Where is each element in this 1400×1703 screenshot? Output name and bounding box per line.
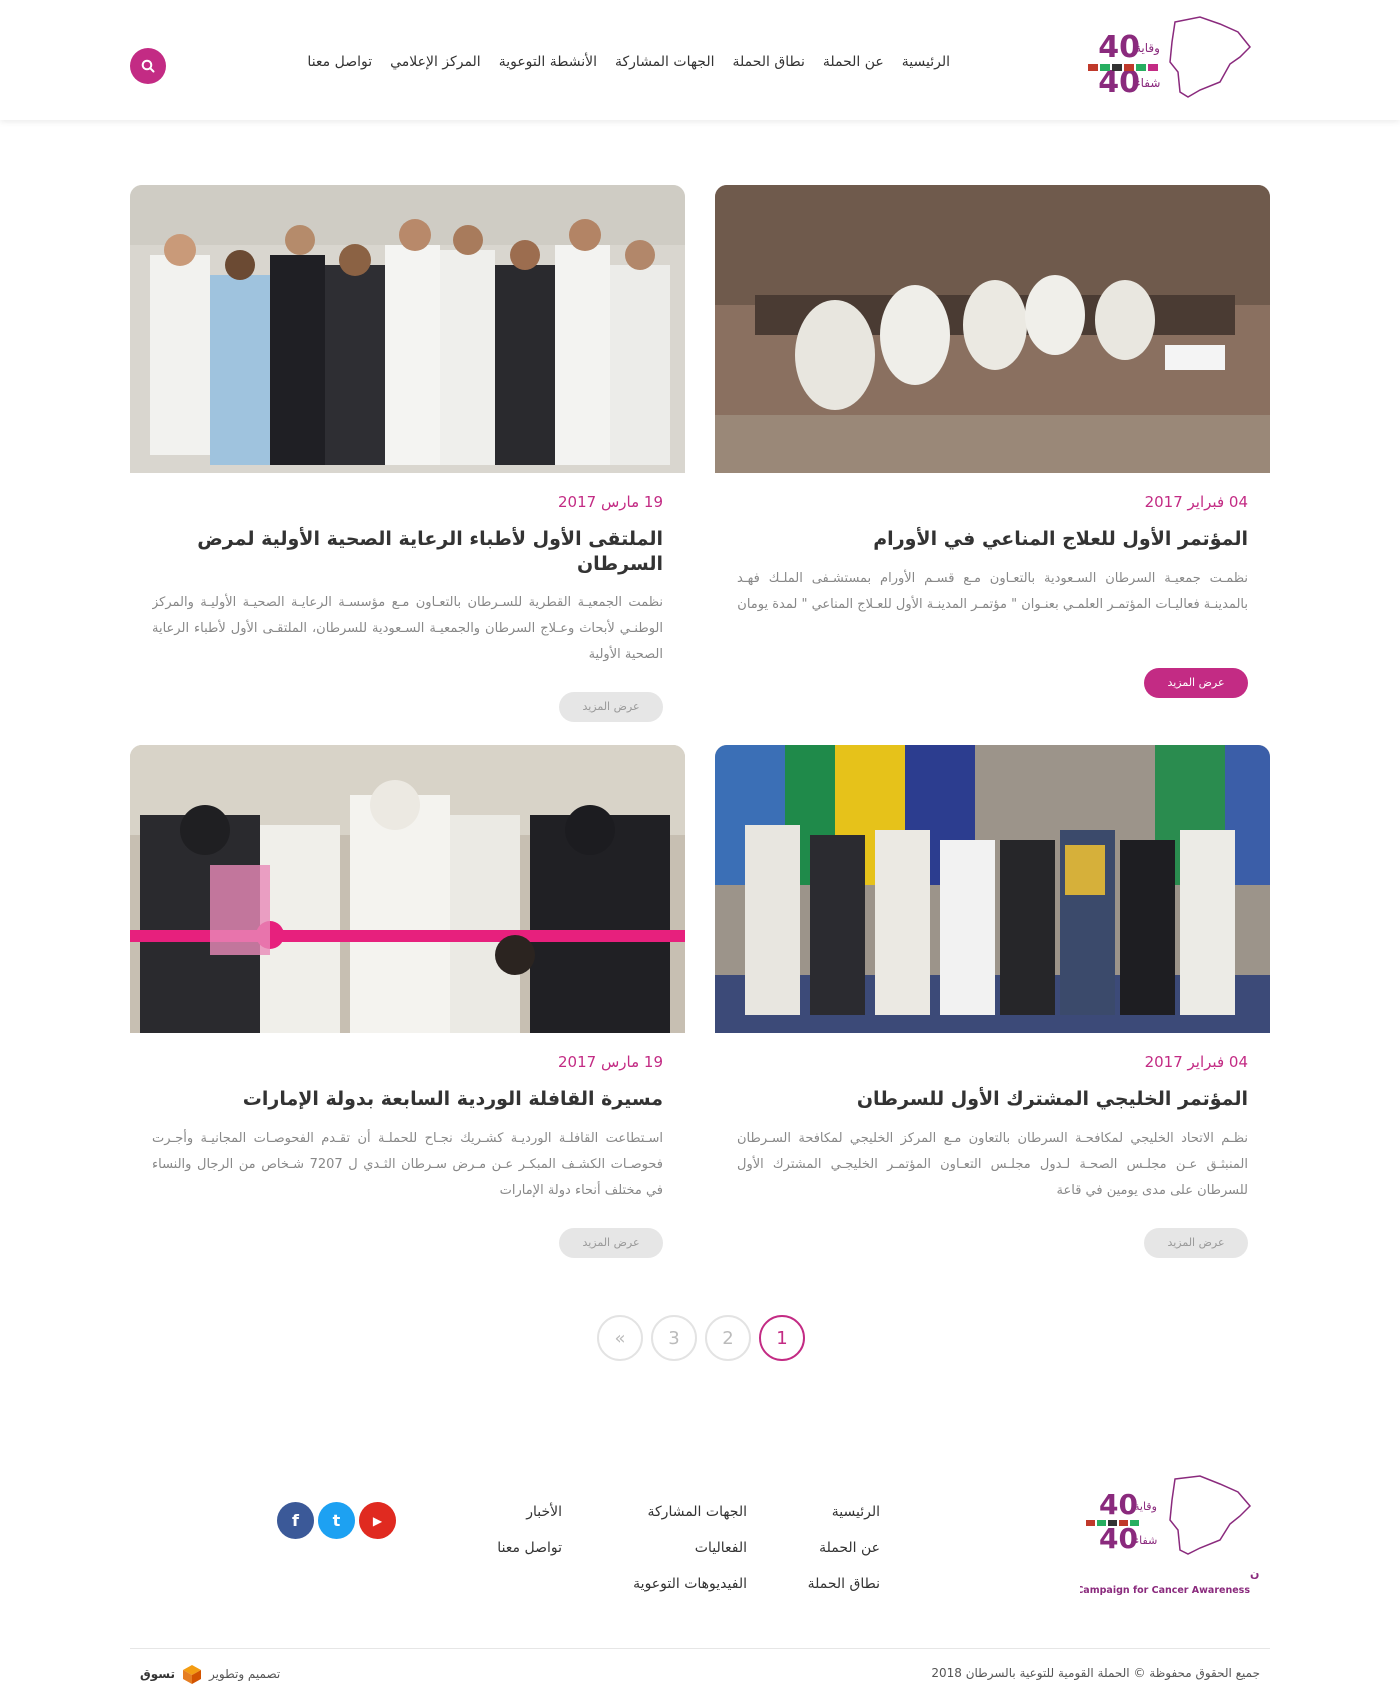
nav-home[interactable]: الرئيسية [902, 54, 950, 70]
svg-text:شفاء: شفاء [1134, 1534, 1157, 1547]
svg-text:40: 40 [1099, 1522, 1138, 1555]
read-more-button[interactable]: عرض المزيد [559, 692, 663, 723]
nav-media-center[interactable]: المركز الإعلامي [390, 54, 481, 70]
youtube-icon[interactable]: ▶ [359, 1502, 396, 1539]
nav-scope[interactable]: نطاق الحملة [732, 54, 804, 70]
read-more-button[interactable]: عرض المزيد [1144, 667, 1248, 698]
nav-partners[interactable]: الجهات المشاركة [615, 54, 714, 70]
nav-about[interactable]: عن الحملة [823, 54, 884, 70]
svg-text:وقاية: وقاية [1134, 1500, 1157, 1513]
footer-divider [130, 1648, 1270, 1649]
footer-link-partners[interactable]: الجهات المشاركة [633, 1502, 747, 1538]
footer-link-events[interactable]: الفعاليات [633, 1538, 747, 1574]
post-image[interactable] [130, 185, 685, 473]
social-links: f t ▶ [277, 1502, 396, 1539]
campaign-logo[interactable]: 40 40 وقاية شفاء [1080, 12, 1270, 102]
post-date: 19 مارس 2017 [558, 493, 663, 511]
twitter-icon[interactable]: t [318, 1502, 355, 1539]
footer-links-col1: الرئيسية عن الحملة نطاق الحملة [808, 1502, 880, 1610]
post-image[interactable] [715, 185, 1270, 473]
post-title[interactable]: المؤتمر الأول للعلاج المناعي في الأورام [737, 527, 1248, 552]
post-card: 04 فبراير 2017 المؤتمر الأول للعلاج المن… [715, 185, 1270, 698]
post-title[interactable]: الملتقى الأول لأطباء الرعاية الصحية الأو… [152, 527, 663, 576]
nav-contact[interactable]: تواصل معنا [307, 54, 372, 70]
footer-link-home[interactable]: الرئيسية [808, 1502, 880, 1538]
read-more-button[interactable]: عرض المزيد [559, 1227, 663, 1258]
footer-link-scope[interactable]: نطاق الحملة [808, 1574, 880, 1610]
post-excerpt: نظمـت جمعيـة السرطان السـعودية بالتعـاون… [737, 570, 1248, 612]
credits-label: تصميم وتطوير [208, 1667, 281, 1681]
pagination: 1 2 3 « [597, 1315, 805, 1361]
footer-links-col3: الأخبار تواصل معنا [497, 1502, 562, 1574]
footer-link-contact[interactable]: تواصل معنا [497, 1538, 562, 1574]
post-date: 04 فبراير 2017 [1144, 493, 1248, 511]
page-2-button[interactable]: 2 [705, 1315, 751, 1361]
site-header: 40 40 وقاية شفاء الرئيسية عن الحملة نطاق… [0, 0, 1400, 120]
page-3-button[interactable]: 3 [651, 1315, 697, 1361]
search-button[interactable] [130, 48, 166, 84]
footer-links-col2: الجهات المشاركة الفعاليات الفيديوهات الت… [633, 1502, 747, 1610]
post-image[interactable] [130, 745, 685, 1033]
post-title[interactable]: مسيرة القافلة الوردية السابعة بدولة الإم… [152, 1087, 663, 1112]
post-card: 19 مارس 2017 الملتقى الأول لأطباء الرعاي… [130, 185, 685, 723]
box-logo-icon [182, 1665, 201, 1684]
footer-logo[interactable]: 40 40 وقاية شفاء الحملة الخليجية للتوعية… [1051, 1474, 1400, 1604]
svg-text:40: 40 [1099, 1488, 1138, 1521]
main-nav: الرئيسية عن الحملة نطاق الحملة الجهات ال… [289, 54, 950, 70]
nav-activities[interactable]: الأنشطة التوعوية [499, 54, 597, 70]
post-card: 19 مارس 2017 مسيرة القافلة الوردية الساب… [130, 745, 685, 1258]
svg-text:40: 40 [1098, 30, 1140, 65]
post-card: 04 فبراير 2017 المؤتمر الخليجي المشترك ا… [715, 745, 1270, 1258]
post-image[interactable] [715, 745, 1270, 1033]
svg-text:الحملة الخليجية للتوعية بالسرط: الحملة الخليجية للتوعية بالسرطان [1250, 1567, 1260, 1580]
read-more-button[interactable]: عرض المزيد [1144, 1227, 1248, 1258]
svg-text:وقاية: وقاية [1135, 41, 1160, 56]
svg-text:شفاء: شفاء [1135, 76, 1160, 90]
page-1-button[interactable]: 1 [759, 1315, 805, 1361]
post-excerpt: نظمت الجمعيـة القطرية للسـرطان بالتعـاون… [152, 595, 663, 663]
post-excerpt: اسـتطاعت القافلـة الورديـة كشـريك نجـاح … [152, 1130, 663, 1198]
post-date: 04 فبراير 2017 [1144, 1053, 1248, 1071]
post-excerpt: نظـم الاتحاد الخليجي لمكافحـة السرطان با… [737, 1130, 1248, 1198]
copyright-text: جميع الحقوق محفوظة © الحملة القومية للتو… [931, 1666, 1260, 1680]
developer-credits[interactable]: تصميم وتطوير تسوق [140, 1663, 280, 1685]
facebook-icon[interactable]: f [277, 1502, 314, 1539]
post-date: 19 مارس 2017 [558, 1053, 663, 1071]
footer-link-videos[interactable]: الفيديوهات التوعوية [633, 1574, 747, 1610]
search-icon [141, 59, 155, 73]
post-title[interactable]: المؤتمر الخليجي المشترك الأول للسرطان [737, 1087, 1248, 1112]
next-page-button[interactable]: « [597, 1315, 643, 1361]
footer-link-about[interactable]: عن الحملة [808, 1538, 880, 1574]
credits-brand: تسوق [140, 1667, 175, 1681]
svg-text:Gulf Campaign for Cancer Aware: Gulf Campaign for Cancer Awareness [1080, 1585, 1250, 1596]
footer-link-news[interactable]: الأخبار [497, 1502, 562, 1538]
